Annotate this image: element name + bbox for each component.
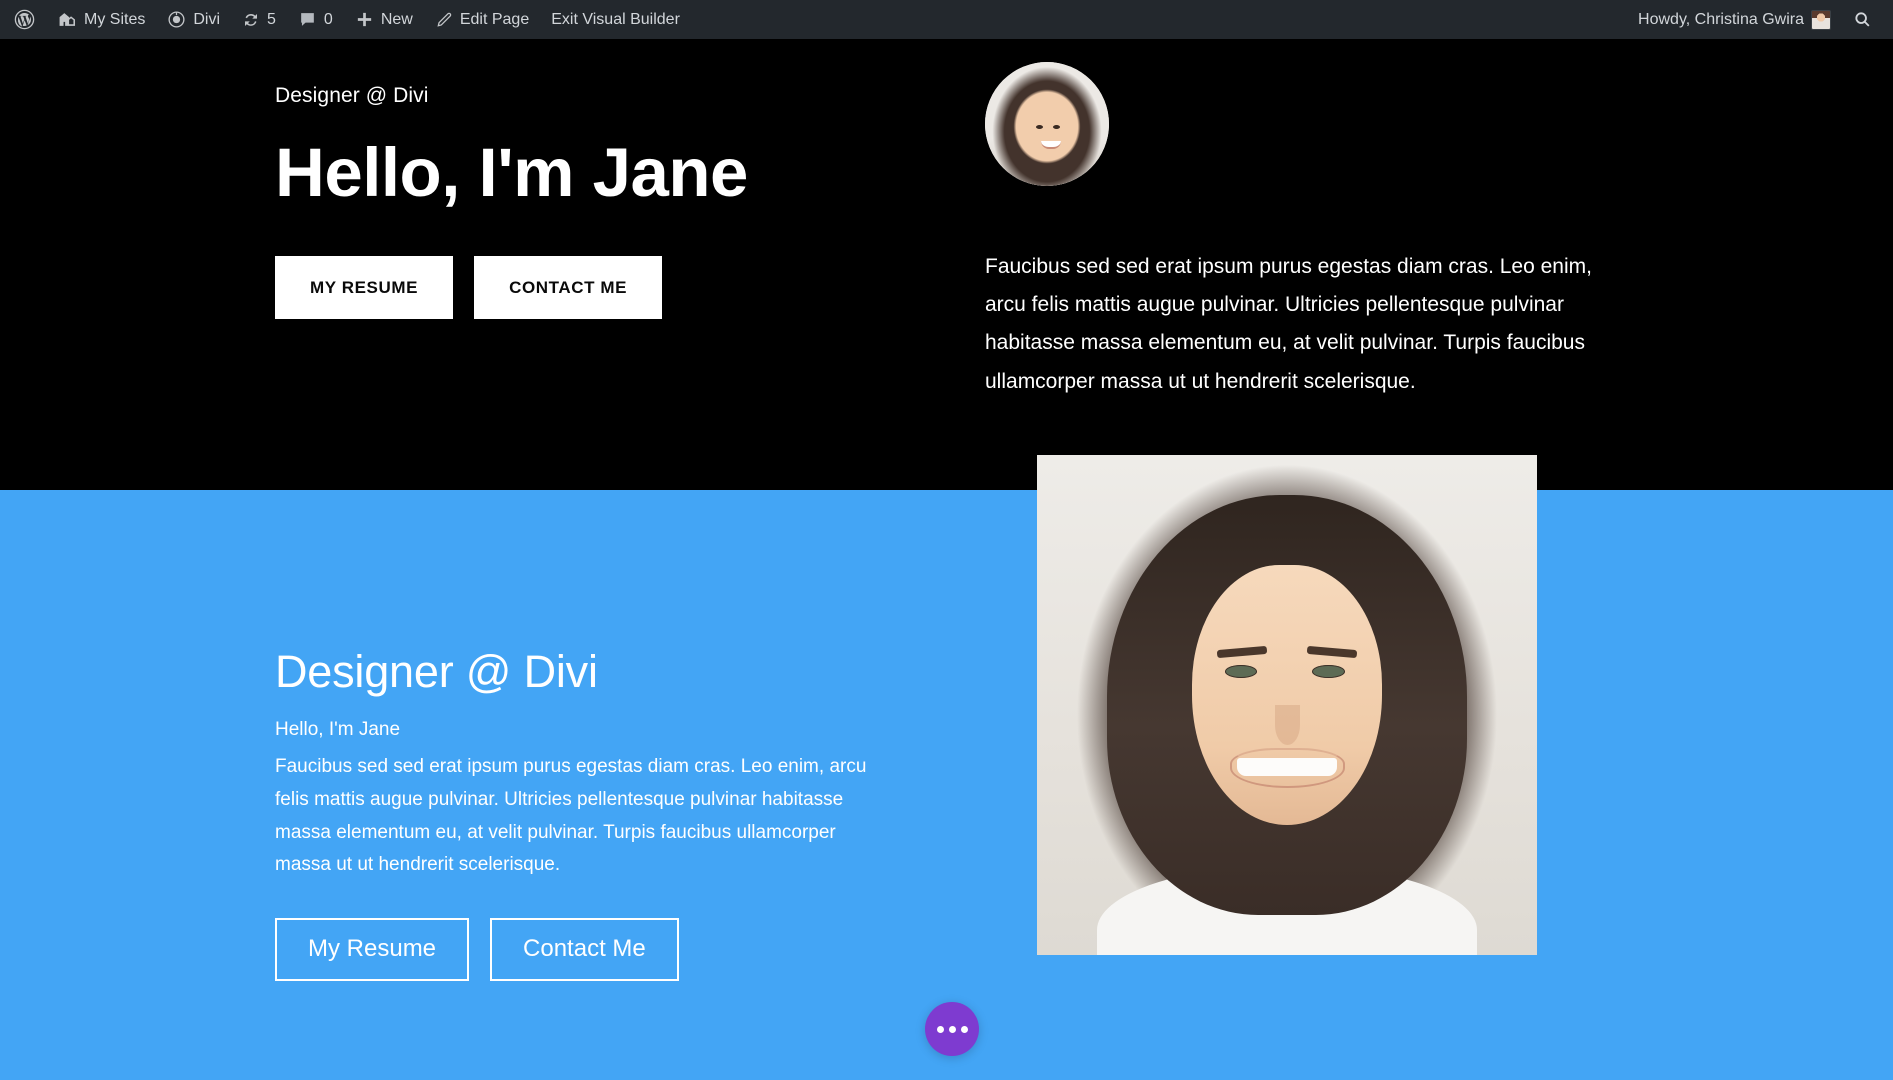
admin-bar-item-updates[interactable]: 5: [231, 0, 287, 39]
blue-section-subtitle: Hello, I'm Jane: [275, 719, 401, 740]
greeting-label: Howdy, Christina Gwira: [1638, 10, 1804, 28]
photo-eye-right: [1312, 665, 1345, 678]
hero-right-column: Faucibus sed sed erat ipsum purus egesta…: [985, 62, 1645, 401]
search-icon: [1853, 10, 1872, 29]
avatar-face-shape: [985, 62, 1109, 186]
admin-bar-item-exit-visual-builder[interactable]: Exit Visual Builder: [540, 0, 691, 39]
hero-avatar-image: [985, 62, 1109, 186]
plus-icon: [355, 10, 374, 29]
admin-bar-item-new[interactable]: New: [344, 0, 424, 39]
contact-me-button[interactable]: CONTACT ME: [474, 256, 663, 320]
avatar: [1811, 9, 1831, 30]
ellipsis-icon: [960, 1025, 968, 1033]
admin-bar-label: Exit Visual Builder: [551, 10, 680, 28]
comment-bubble-icon: [298, 10, 317, 29]
comments-count: 0: [323, 10, 333, 28]
blue-left-column: Designer @ Divi Hello, I'm Jane Faucibus…: [275, 645, 885, 981]
admin-bar-right-group: Howdy, Christina Gwira: [1627, 0, 1893, 39]
ellipsis-icon: [936, 1025, 944, 1033]
admin-bar-item-edit-page[interactable]: Edit Page: [424, 0, 540, 39]
wordpress-icon: [14, 9, 35, 30]
admin-bar-label: New: [380, 10, 413, 28]
admin-bar-search-button[interactable]: [1842, 0, 1883, 39]
hero-left-column: Designer @ Divi Hello, I'm Jane MY RESUM…: [275, 81, 915, 320]
admin-bar-item-my-sites[interactable]: My Sites: [47, 0, 156, 39]
blue-section-title: Designer @ Divi: [275, 646, 598, 697]
divi-icon: [167, 10, 186, 29]
hero-button-group: MY RESUME CONTACT ME: [275, 256, 915, 320]
admin-bar-item-divi[interactable]: Divi: [156, 0, 231, 39]
photo-eye-left: [1224, 665, 1257, 678]
blue-section-paragraph: Faucibus sed sed erat ipsum purus egesta…: [275, 756, 867, 876]
admin-bar-label: Divi: [193, 10, 221, 28]
photo-teeth: [1237, 757, 1337, 776]
blue-section-photo: [1037, 455, 1537, 955]
hero-eyebrow: Designer @ Divi: [275, 84, 429, 107]
ellipsis-icon: [948, 1025, 956, 1033]
wordpress-logo-menu[interactable]: [0, 0, 47, 39]
photo-nose: [1274, 705, 1300, 745]
admin-bar-left-group: My Sites Divi 5 0 New Edit Page Exit Vis…: [0, 0, 691, 39]
updates-count: 5: [267, 10, 276, 28]
contact-me-button[interactable]: Contact Me: [490, 918, 679, 981]
blue-button-group: My Resume Contact Me: [275, 918, 885, 981]
sites-icon: [58, 10, 77, 29]
admin-bar-label: Edit Page: [459, 10, 530, 28]
admin-bar-account-menu[interactable]: Howdy, Christina Gwira: [1627, 0, 1842, 39]
blue-section: Designer @ Divi Hello, I'm Jane Faucibus…: [0, 455, 1893, 1080]
my-resume-button[interactable]: My Resume: [275, 918, 470, 981]
admin-bar-label: My Sites: [84, 10, 146, 28]
hero-section: Designer @ Divi Hello, I'm Jane MY RESUM…: [0, 39, 1893, 490]
pencil-icon: [435, 11, 453, 29]
my-resume-button[interactable]: MY RESUME: [275, 256, 454, 320]
page-title: Hello, I'm Jane: [275, 134, 748, 212]
divi-builder-toggle-button[interactable]: [925, 1002, 979, 1056]
updates-icon: [242, 11, 260, 29]
wp-admin-bar: My Sites Divi 5 0 New Edit Page Exit Vis…: [0, 0, 1893, 39]
hero-paragraph: Faucibus sed sed erat ipsum purus egesta…: [985, 255, 1592, 393]
admin-bar-item-comments[interactable]: 0: [287, 0, 344, 39]
